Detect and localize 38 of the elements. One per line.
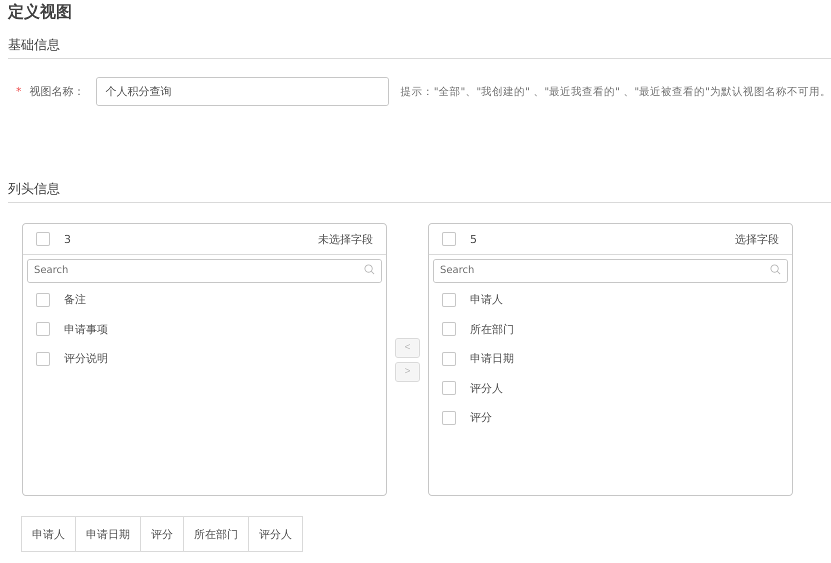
checkbox[interactable] — [36, 322, 50, 336]
checkbox[interactable] — [442, 322, 456, 336]
column-header: 申请人 — [21, 516, 76, 552]
field-label: 视图名称： — [30, 84, 86, 99]
search-field[interactable]: Search — [27, 258, 382, 282]
panel-title: 选择字段 — [735, 232, 779, 246]
checkbox[interactable] — [36, 352, 50, 366]
panel-title: 未选择字段 — [318, 232, 373, 246]
field-option[interactable]: 申请事项 — [64, 322, 108, 337]
checkbox[interactable] — [442, 292, 456, 307]
field-option[interactable]: 所在部门 — [470, 322, 514, 337]
checkbox[interactable] — [442, 381, 456, 396]
checkbox[interactable] — [36, 292, 50, 307]
column-header: 评分 — [140, 516, 184, 552]
field-option[interactable]: 申请人 — [470, 292, 503, 308]
section-heading: 基础信息 — [8, 24, 831, 59]
search-icon — [364, 264, 375, 275]
page-title: 定义视图 — [8, 2, 73, 23]
item-count: 5 — [470, 232, 478, 246]
hint-text: 提示："全部"、"我创建的" 、"最近我查看的" 、"最近被查看的"为默认视图名称不可用。 — [400, 84, 831, 98]
field-option[interactable]: 申请日期 — [470, 351, 514, 366]
field-option[interactable]: 评分人 — [470, 380, 503, 396]
column-header: 评分人 — [248, 516, 303, 552]
view-name-input[interactable]: 个人积分查询 — [96, 77, 389, 106]
checkbox[interactable] — [442, 410, 456, 425]
search-field[interactable]: Search — [433, 258, 788, 282]
field-option[interactable]: 评分 — [470, 410, 492, 426]
search-icon — [770, 264, 781, 275]
checkbox[interactable] — [36, 232, 50, 246]
column-header: 申请日期 — [75, 516, 141, 552]
item-count: 3 — [64, 232, 72, 246]
required-mark: * — [16, 85, 22, 98]
checkbox[interactable] — [442, 352, 456, 366]
column-header: 所在部门 — [183, 516, 249, 552]
field-option[interactable]: 备注 — [64, 292, 86, 308]
section-heading: 列头信息 — [8, 168, 831, 203]
field-option[interactable]: 评分说明 — [64, 351, 108, 366]
checkbox[interactable] — [442, 232, 456, 246]
